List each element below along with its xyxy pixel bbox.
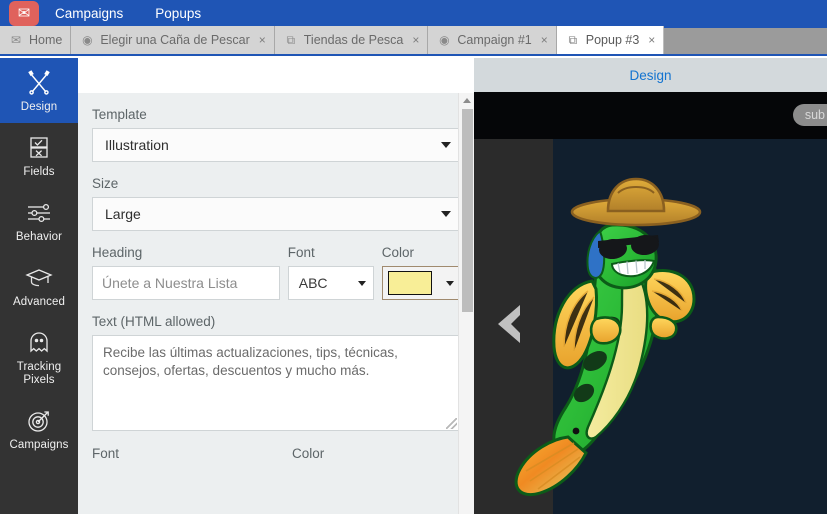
sidebar-item-design[interactable]: Design [0, 58, 78, 123]
ghost-icon [2, 328, 76, 358]
template-label: Template [92, 107, 460, 122]
heading-input[interactable]: Únete a Nuestra Lista [92, 266, 280, 300]
tab-close-icon[interactable]: × [648, 34, 655, 46]
topnav-item-campaigns[interactable]: Campaigns [39, 0, 139, 28]
text-style-row: Font Color [92, 446, 460, 467]
target-icon: ◉ [80, 33, 94, 47]
tab-home[interactable]: ✉ Home [0, 26, 71, 54]
size-value: Large [105, 206, 141, 222]
text-label: Text (HTML allowed) [92, 314, 460, 329]
chevron-down-icon [441, 211, 451, 217]
topnav-item-popups[interactable]: Popups [139, 0, 217, 28]
sidebar-item-label: Campaigns [2, 439, 76, 452]
sidebar-item-tracking-pixels[interactable]: Tracking Pixels [0, 318, 78, 396]
sidebar-item-behavior[interactable]: Behavior [0, 188, 78, 253]
size-select[interactable]: Large [92, 197, 460, 231]
chevron-down-icon [358, 281, 366, 286]
text-textarea[interactable]: Recibe las últimas actualizaciones, tips… [92, 335, 460, 431]
template-select[interactable]: Illustration [92, 128, 460, 162]
preview-top-strip: sub [474, 92, 827, 139]
heading-font-select[interactable]: ABC [288, 266, 374, 300]
sidebar-item-label: Advanced [2, 296, 76, 309]
color-swatch [388, 271, 432, 295]
panel-scrollbar[interactable] [458, 93, 474, 514]
target-icon: ◉ [437, 33, 451, 47]
window-icon: ⧉ [284, 33, 298, 47]
left-sidebar: Design Fields Behavior [0, 58, 78, 514]
tab-elegir-una-cana-de-pescar[interactable]: ◉ Elegir una Caña de Pescar × [71, 26, 274, 54]
sidebar-item-label: Behavior [2, 231, 76, 244]
heading-color-label: Color [382, 245, 460, 260]
graduation-cap-icon [2, 263, 76, 293]
sidebar-item-fields[interactable]: Fields [0, 123, 78, 188]
tab-campaign-1[interactable]: ◉ Campaign #1 × [428, 26, 556, 54]
design-settings-panel: Template Illustration Size Large Heading… [78, 93, 474, 514]
sidebar-item-label: Fields [2, 166, 76, 179]
size-label: Size [92, 176, 460, 191]
text-font-label: Font [92, 446, 292, 461]
tab-label: Tiendas de Pesca [304, 33, 404, 47]
heading-label: Heading [92, 245, 280, 260]
window-icon: ⧉ [566, 33, 580, 47]
tab-design[interactable]: Design [629, 68, 671, 83]
paint-brushes-icon [2, 68, 76, 98]
application-window: ✉ Campaigns Popups ✉ Home ◉ Elegir una C… [0, 0, 827, 514]
sidebar-item-label: Tracking Pixels [2, 361, 76, 387]
preview-tab-bar: Design [474, 58, 827, 92]
sidebar-item-advanced[interactable]: Advanced [0, 253, 78, 318]
tab-label: Elegir una Caña de Pescar [100, 33, 249, 47]
chevron-down-icon [446, 281, 454, 286]
tab-tiendas-de-pesca[interactable]: ⧉ Tiendas de Pesca × [275, 26, 429, 54]
chevron-down-icon [441, 142, 451, 148]
target-arrow-icon [2, 406, 76, 436]
fish-mascot-illustration [496, 169, 706, 504]
tab-label: Popup #3 [586, 33, 640, 47]
sidebar-item-campaigns[interactable]: Campaigns [0, 396, 78, 461]
tab-popup-3[interactable]: ⧉ Popup #3 × [557, 26, 665, 54]
text-value: Recibe las últimas actualizaciones, tips… [103, 345, 398, 378]
app-logo[interactable]: ✉ [9, 1, 39, 26]
preview-viewport [474, 139, 827, 514]
tab-close-icon[interactable]: × [259, 34, 266, 46]
tab-close-icon[interactable]: × [541, 34, 548, 46]
sidebar-item-label: Design [2, 101, 76, 114]
heading-font-label: Font [288, 245, 374, 260]
envelope-icon: ✉ [9, 33, 23, 47]
scrollbar-thumb[interactable] [462, 109, 473, 312]
tab-close-icon[interactable]: × [412, 34, 419, 46]
top-navigation-bar: ✉ Campaigns Popups [0, 0, 827, 28]
subscribe-button[interactable]: sub [793, 104, 827, 126]
tab-label: Home [29, 33, 62, 47]
resize-handle-icon[interactable] [446, 418, 457, 429]
heading-font-value: ABC [299, 275, 328, 291]
scroll-up-arrow-icon[interactable] [459, 93, 474, 107]
checkbox-list-icon [2, 133, 76, 163]
heading-row: Heading Únete a Nuestra Lista Font ABC C… [92, 245, 460, 300]
heading-color-picker[interactable] [382, 266, 460, 300]
tab-strip: ✉ Home ◉ Elegir una Caña de Pescar × ⧉ T… [0, 28, 827, 56]
envelope-icon: ✉ [18, 6, 31, 21]
text-color-label: Color [292, 446, 324, 461]
template-value: Illustration [105, 137, 169, 153]
tab-label: Campaign #1 [457, 33, 531, 47]
sliders-icon [2, 198, 76, 228]
